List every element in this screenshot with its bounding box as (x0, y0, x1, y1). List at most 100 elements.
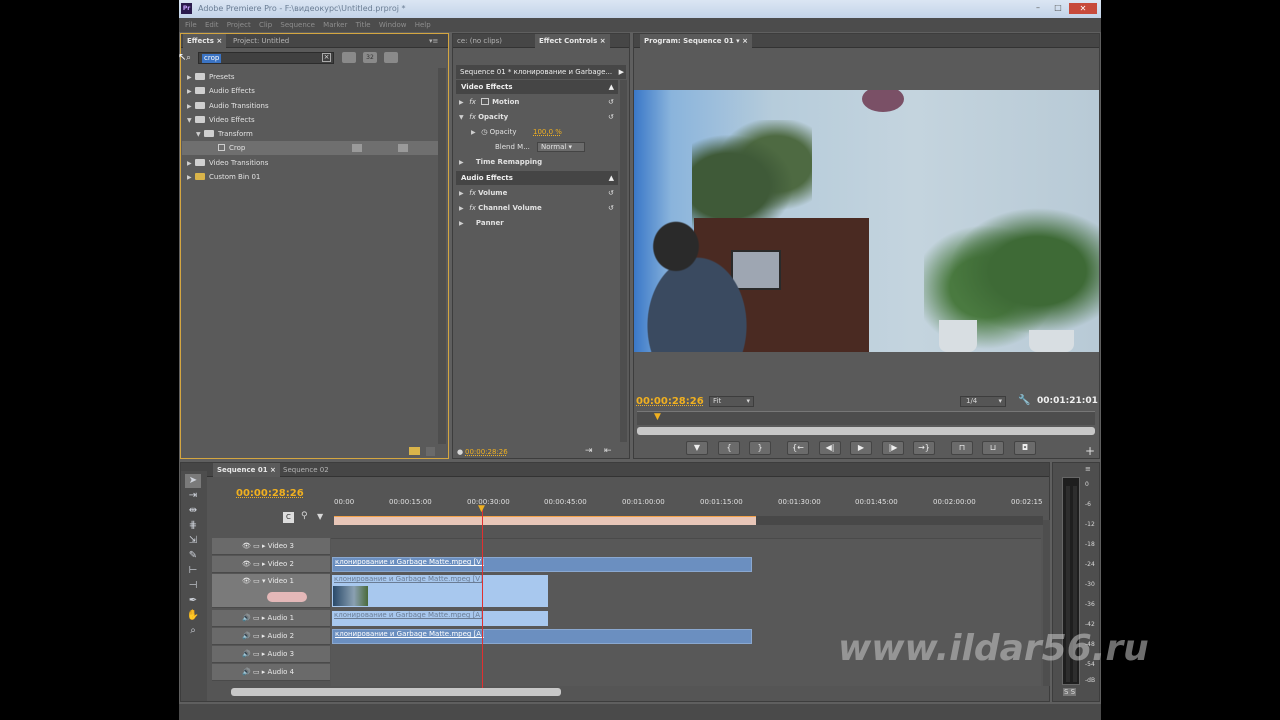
clip-audio2[interactable]: клонирование и Garbage Matte.mpeg [A] (332, 629, 752, 644)
track-header-audio2[interactable]: 🔊 ▭ ▸ Audio 2 (212, 628, 330, 645)
reset-icon[interactable]: ↺ (608, 110, 614, 124)
track-header-audio3[interactable]: 🔊 ▭ ▸ Audio 3 (212, 646, 330, 663)
32bit-effects-icon[interactable]: 32 (363, 52, 377, 63)
collapse-icon[interactable]: ▼ (196, 128, 204, 142)
lock-icon[interactable]: ▭ (253, 542, 260, 550)
sequence-marker-icon[interactable]: ▼ (317, 512, 323, 521)
mark-out-button[interactable]: } (749, 441, 771, 455)
rolling-edit-tool-icon[interactable]: ⋕ (185, 519, 201, 533)
mark-in-button[interactable]: { (718, 441, 740, 455)
speaker-icon[interactable]: 🔊 (242, 668, 251, 676)
effects-scrollbar[interactable] (438, 68, 446, 444)
expand-icon[interactable]: ▶ (187, 71, 195, 85)
menu-project[interactable]: Project (227, 21, 251, 29)
slip-tool-icon[interactable]: ⊢ (185, 564, 201, 578)
reset-icon[interactable]: ↺ (608, 201, 614, 215)
list-item-transform[interactable]: ▼ Transform (196, 127, 253, 141)
menu-marker[interactable]: Marker (323, 21, 347, 29)
effect-volume[interactable]: ▶ fx Volume ↺ (459, 186, 619, 200)
program-time-ruler[interactable] (637, 411, 1095, 425)
add-button-icon[interactable]: + (1085, 444, 1095, 458)
work-area-bar[interactable] (334, 516, 756, 525)
zoom-tool-icon[interactable]: ⌕ (185, 624, 201, 638)
play-button[interactable]: ▶ (850, 441, 872, 455)
list-item-crop[interactable]: Crop (182, 141, 438, 155)
effect-controls-scrollbar[interactable] (620, 80, 627, 442)
menu-help[interactable]: Help (415, 21, 431, 29)
track-select-tool-icon[interactable]: ⇥ (185, 489, 201, 503)
effect-panner[interactable]: ▶ Panner (459, 216, 504, 230)
clip-video1[interactable]: клонирование и Garbage Matte.mpeg [V] (332, 575, 548, 607)
effect-motion[interactable]: ▶ fx Motion ↺ (459, 95, 619, 109)
export-frame-button[interactable]: ◘ (1014, 441, 1036, 455)
go-to-out-button[interactable]: →} (913, 441, 935, 455)
expand-icon[interactable]: ▶ (459, 217, 467, 231)
meter-menu-icon[interactable]: ≡ (1085, 465, 1091, 473)
minimize-button[interactable]: – (1029, 3, 1047, 14)
track-header-video3[interactable]: 👁 ▭ ▸ Video 3 (212, 538, 330, 555)
list-item-video-effects[interactable]: ▼ Video Effects (187, 113, 255, 127)
keyframe-toggle[interactable] (267, 592, 307, 602)
track-header-video2[interactable]: 👁 ▭ ▸ Video 2 (212, 556, 330, 573)
pen-tool-icon[interactable]: ✒ (185, 594, 201, 608)
close-icon[interactable]: × (600, 37, 606, 45)
add-marker-button[interactable]: ▼ (686, 441, 708, 455)
step-forward-button[interactable]: |▶ (882, 441, 904, 455)
list-item-custom-bin[interactable]: ▶ Custom Bin 01 (187, 170, 260, 184)
extract-button[interactable]: ⊔ (982, 441, 1004, 455)
close-button[interactable]: ✕ (1069, 3, 1097, 14)
accelerated-effects-icon[interactable] (342, 52, 356, 63)
speaker-icon[interactable]: 🔊 (242, 632, 251, 640)
menu-clip[interactable]: Clip (259, 21, 272, 29)
go-to-in-button[interactable]: {← (787, 441, 809, 455)
zoom-scrollbar[interactable] (637, 427, 1095, 435)
stopwatch-icon[interactable]: ◷ (481, 128, 487, 136)
wrench-icon[interactable]: 🔧 (1018, 395, 1030, 406)
delete-icon[interactable] (426, 447, 435, 456)
tab-project[interactable]: Project: Untitled (229, 34, 293, 48)
lock-icon[interactable]: ▭ (253, 577, 260, 585)
hand-tool-icon[interactable]: ✋ (185, 609, 201, 623)
list-item-audio-transitions[interactable]: ▶ Audio Transitions (187, 99, 269, 113)
effect-controls-timecode[interactable]: 00:00:28:26 (465, 448, 508, 456)
tab-sequence-01[interactable]: Sequence 01 × (213, 463, 280, 477)
timeline-timecode[interactable]: 00:00:28:26 (236, 488, 304, 499)
menu-file[interactable]: File (185, 21, 197, 29)
fit-select[interactable]: Fit ▾ (709, 396, 754, 407)
effect-opacity[interactable]: ▼ fx Opacity ↺ (459, 110, 619, 124)
tab-program[interactable]: Program: Sequence 01 ▾ × (640, 34, 752, 48)
speaker-icon[interactable]: 🔊 (242, 650, 251, 658)
slide-tool-icon[interactable]: ⊣ (185, 579, 201, 593)
new-bin-icon[interactable] (409, 447, 420, 455)
menu-sequence[interactable]: Sequence (280, 21, 315, 29)
program-timecode[interactable]: 00:00:28:26 (636, 396, 704, 407)
lock-icon[interactable]: ▭ (253, 560, 260, 568)
close-icon[interactable]: × (742, 37, 748, 45)
tab-effects[interactable]: Effects × (183, 34, 227, 48)
clip-audio1[interactable]: клонирование и Garbage Matte.mpeg [A] (332, 611, 548, 626)
playhead-handle-icon[interactable]: ▼ (478, 504, 485, 514)
set-marker-icon[interactable]: ⚲ (301, 511, 308, 521)
timeline-hscroll[interactable] (231, 688, 561, 696)
collapse-icon[interactable]: ▼ (459, 111, 467, 125)
search-input[interactable]: crop × (198, 52, 334, 64)
step-back-button[interactable]: ◀| (819, 441, 841, 455)
close-icon[interactable]: × (270, 466, 276, 474)
clip-video2[interactable]: клонирование и Garbage Matte.mpeg [V] (332, 557, 752, 572)
menu-edit[interactable]: Edit (205, 21, 219, 29)
list-item-audio-effects[interactable]: ▶ Audio Effects (187, 84, 255, 98)
eye-icon[interactable]: 👁 (242, 542, 251, 550)
solo-buttons[interactable]: S S (1063, 688, 1077, 696)
expand-icon[interactable]: ▶ (471, 126, 479, 140)
ripple-edit-tool-icon[interactable]: ⇹ (185, 504, 201, 518)
expand-icon[interactable]: ▶ (187, 100, 195, 114)
eye-icon[interactable]: 👁 (242, 560, 251, 568)
tab-sequence-02[interactable]: Sequence 02 (279, 463, 333, 477)
speaker-icon[interactable]: 🔊 (242, 614, 251, 622)
track-header-audio1[interactable]: 🔊 ▭ ▸ Audio 1 (212, 610, 330, 627)
effect-channel-volume[interactable]: ▶ fx Channel Volume ↺ (459, 201, 619, 215)
opacity-value[interactable]: 100,0 % (533, 125, 562, 139)
close-icon[interactable]: × (216, 37, 222, 45)
tab-effect-controls[interactable]: Effect Controls × (535, 34, 610, 48)
expand-icon[interactable]: ▶ (459, 96, 467, 110)
